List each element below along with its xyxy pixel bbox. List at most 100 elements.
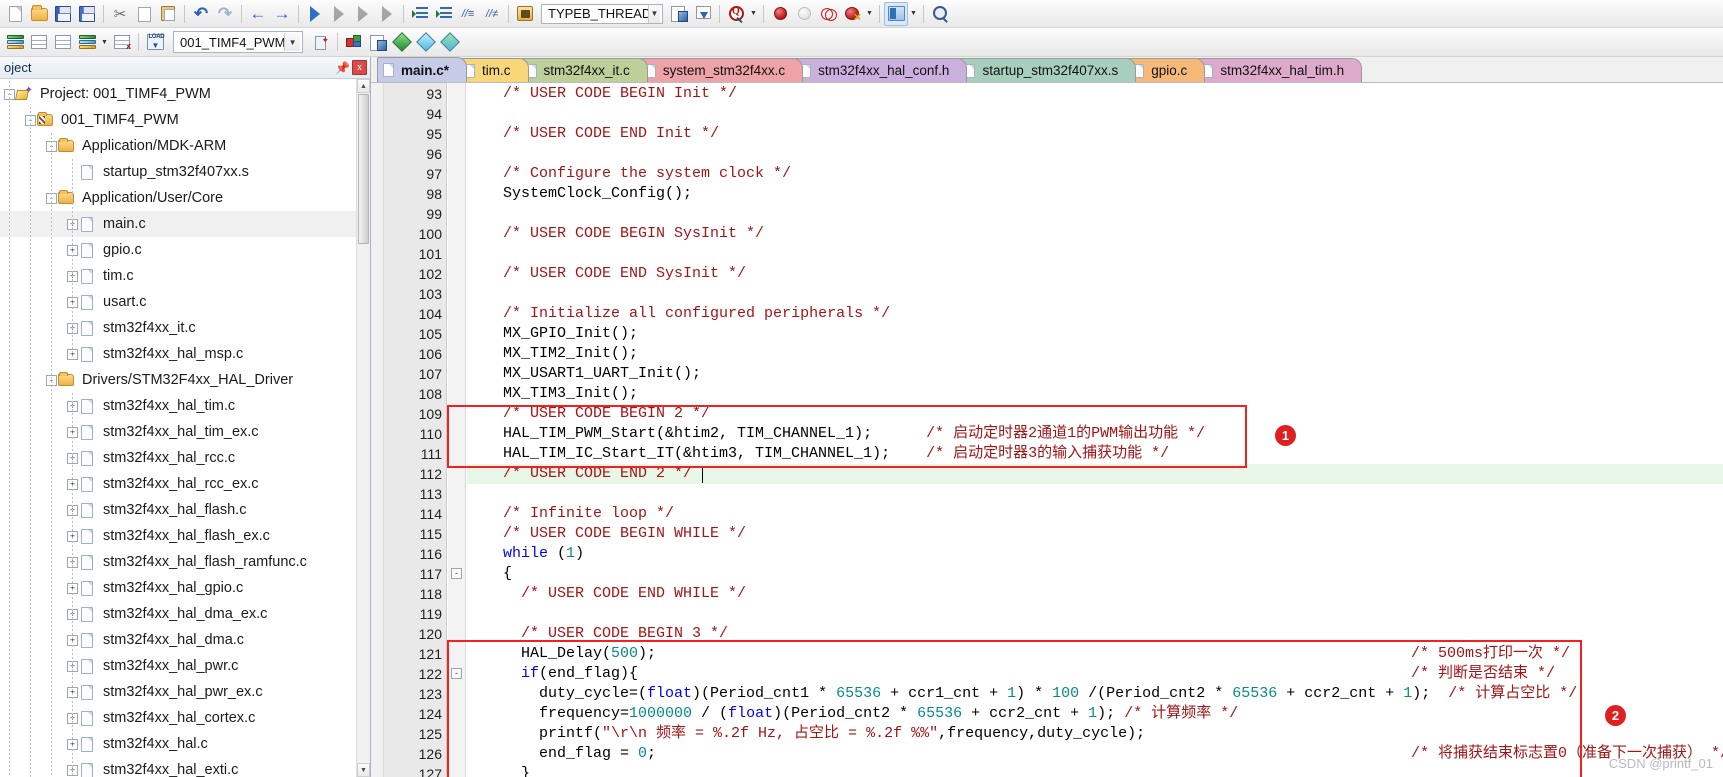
save-all-button[interactable] (75, 2, 99, 26)
chevron-down-icon[interactable]: ▼ (284, 33, 300, 51)
cut-button[interactable]: ✂ (108, 2, 132, 26)
indent-button[interactable] (408, 2, 432, 26)
tree-item[interactable]: +usart.c (0, 289, 356, 315)
translate-button[interactable] (75, 30, 99, 54)
chevron-down-icon[interactable]: ▼ (647, 4, 660, 23)
window-layout-caret[interactable]: ▼ (908, 2, 919, 26)
breakpoint-insert-button[interactable] (768, 2, 792, 26)
copy-button[interactable] (132, 2, 156, 26)
next-bookmark-button[interactable] (351, 2, 375, 26)
editor-tab[interactable]: stm32f4xx_hal_conf.h (794, 58, 968, 82)
code-editor[interactable]: 93 /* USER CODE BEGIN Init */ 94 95 /* USE… (371, 83, 1723, 777)
project-select[interactable]: 001_TIMF4_PWM ▼ (173, 31, 303, 53)
tree-item[interactable]: +stm32f4xx_hal_tim_ex.c (0, 419, 356, 445)
fold-toggle[interactable]: - (451, 568, 462, 579)
window-layout-button[interactable] (884, 1, 908, 26)
new-file-button[interactable] (3, 2, 27, 26)
download-button[interactable] (691, 2, 715, 26)
editor-tab[interactable]: stm32f4xx_it.c (519, 58, 648, 82)
breakpoint-disable-all-button[interactable] (816, 2, 840, 26)
target-options-button[interactable] (309, 30, 333, 54)
find-in-files-button[interactable]: Q (724, 2, 748, 26)
close-icon[interactable]: x (352, 60, 367, 75)
tree-item[interactable]: -Project: 001_TIMF4_PWM (0, 81, 356, 107)
previous-bookmark-button[interactable] (327, 2, 351, 26)
find-dropdown-caret[interactable]: ▼ (748, 2, 759, 26)
build-dropdown-caret[interactable]: ▼ (99, 30, 110, 54)
tree-item[interactable]: +stm32f4xx_hal_tim.c (0, 393, 356, 419)
tree-item[interactable]: -Drivers/STM32F4xx_HAL_Driver (0, 367, 356, 393)
tree-item[interactable]: startup_stm32f407xx.s (0, 159, 356, 185)
build-toolbar: ▼ x LOAD 001_TIMF4_PWM ▼ (0, 28, 1723, 57)
editor-tab[interactable]: tim.c (458, 58, 529, 82)
toggle-bookmark-button[interactable] (303, 2, 327, 26)
scroll-down-arrow[interactable]: ▼ (357, 763, 370, 777)
project-tree-scrollbar[interactable]: ▲ ▼ (356, 79, 370, 777)
scroll-up-arrow[interactable]: ▲ (357, 79, 370, 93)
save-button[interactable] (51, 2, 75, 26)
undo-button[interactable]: ↶ (189, 2, 213, 26)
stop-build-button[interactable]: x (110, 30, 134, 54)
tree-item[interactable]: -001_TIMF4_PWM (0, 107, 356, 133)
tree-item[interactable]: +main.c (0, 211, 356, 237)
manage-run-time-env-button[interactable] (366, 30, 390, 54)
batch-build-button[interactable] (51, 30, 75, 54)
manage-components-button[interactable] (667, 2, 691, 26)
breakpoint-dropdown-caret[interactable]: ▼ (864, 2, 875, 26)
redo-button[interactable]: ↷ (213, 2, 237, 26)
rebuild-button[interactable] (27, 30, 51, 54)
navigate-back-button[interactable]: ← (246, 2, 270, 26)
tree-item[interactable]: +stm32f4xx_hal_flash.c (0, 497, 356, 523)
tree-item[interactable]: +stm32f4xx_hal_flash_ex.c (0, 523, 356, 549)
tree-item[interactable]: +stm32f4xx_hal_pwr_ex.c (0, 679, 356, 705)
paste-button[interactable] (156, 2, 180, 26)
editor-tab[interactable]: stm32f4xx_hal_tim.h (1196, 58, 1363, 82)
search-button[interactable] (928, 2, 952, 26)
pack-manage-button[interactable] (438, 30, 462, 54)
tree-item[interactable]: +stm32f4xx_hal_cortex.c (0, 705, 356, 731)
editor-left-gutter-scroll[interactable] (371, 83, 384, 777)
editor-tab[interactable]: system_stm32f4xx.c (638, 58, 804, 82)
manage-project-items-button[interactable] (342, 30, 366, 54)
tree-item[interactable]: +stm32f4xx_hal_dma_ex.c (0, 601, 356, 627)
tree-item[interactable]: +stm32f4xx_hal_rcc.c (0, 445, 356, 471)
select-software-packs-button[interactable] (390, 30, 414, 54)
editor-tab-label: system_stm32f4xx.c (662, 63, 786, 78)
fold-toggle[interactable]: - (451, 668, 462, 679)
load-button[interactable]: LOAD (143, 30, 167, 54)
tree-item[interactable]: +stm32f4xx_hal_pwr.c (0, 653, 356, 679)
tree-item[interactable]: -Application/User/Core (0, 185, 356, 211)
editor-tab[interactable]: gpio.c (1127, 58, 1206, 82)
magnifier-icon (932, 6, 948, 21)
tree-item-label: main.c (103, 216, 146, 232)
editor-tab[interactable]: main.c* (377, 57, 468, 82)
target-select[interactable]: TYPEB_THREAD_FLA ▼ (541, 3, 663, 24)
editor-tab[interactable]: startup_stm32f407xx.s (958, 58, 1137, 82)
outdent-button[interactable] (432, 2, 456, 26)
tree-item[interactable]: +stm32f4xx_hal.c (0, 731, 356, 757)
options-target-button[interactable] (513, 2, 537, 26)
open-file-button[interactable] (27, 2, 51, 26)
uncomment-lines-button[interactable]: //≠ (480, 2, 504, 26)
breakpoint-disable-button[interactable] (792, 2, 816, 26)
pin-icon[interactable]: 📌 (335, 60, 350, 76)
tree-item[interactable]: +stm32f4xx_hal_exti.c (0, 757, 356, 777)
pack-installer-button[interactable] (414, 30, 438, 54)
scroll-thumb[interactable] (358, 94, 369, 244)
navigate-forward-button[interactable]: → (270, 2, 294, 26)
tree-item[interactable]: +stm32f4xx_hal_msp.c (0, 341, 356, 367)
tree-item[interactable]: +stm32f4xx_hal_gpio.c (0, 575, 356, 601)
clear-bookmarks-button[interactable] (375, 2, 399, 26)
code-comment: /* 计算占空比 */ (1448, 685, 1578, 702)
tree-item[interactable]: +stm32f4xx_hal_flash_ramfunc.c (0, 549, 356, 575)
tree-item[interactable]: -Application/MDK-ARM (0, 133, 356, 159)
tree-item[interactable]: +tim.c (0, 263, 356, 289)
tree-item[interactable]: +stm32f4xx_it.c (0, 315, 356, 341)
build-button[interactable] (3, 30, 27, 54)
tree-item[interactable]: +stm32f4xx_hal_rcc_ex.c (0, 471, 356, 497)
comment-lines-button[interactable]: //≡ (456, 2, 480, 26)
tree-item[interactable]: +gpio.c (0, 237, 356, 263)
breakpoint-kill-all-button[interactable] (840, 2, 864, 26)
tree-item[interactable]: +stm32f4xx_hal_dma.c (0, 627, 356, 653)
